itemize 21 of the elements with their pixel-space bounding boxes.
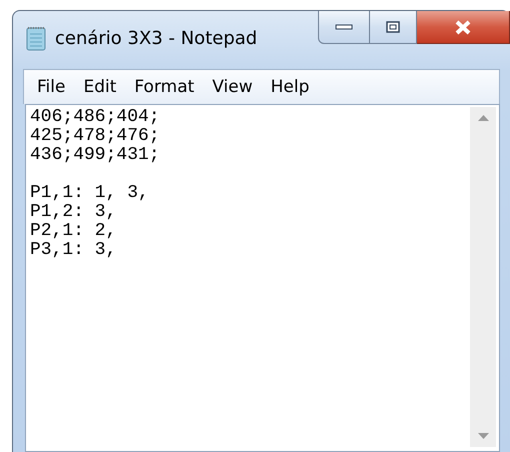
window-title: cenário 3X3 - Notepad bbox=[55, 28, 258, 48]
maximize-icon bbox=[386, 21, 400, 33]
minimize-icon bbox=[335, 24, 353, 30]
menu-item[interactable]: Help bbox=[262, 75, 318, 99]
menu-item[interactable]: File bbox=[28, 75, 74, 99]
maximize-button[interactable] bbox=[370, 11, 417, 44]
close-icon bbox=[454, 20, 472, 34]
text-line: P2,1: 2, bbox=[30, 222, 118, 241]
text-line: 406;486;404; bbox=[30, 108, 161, 127]
text-line: 436;499;431; bbox=[30, 146, 161, 165]
notepad-icon bbox=[25, 25, 47, 51]
text-line: 425;478;476; bbox=[30, 127, 161, 146]
menu-item[interactable]: Edit bbox=[74, 75, 126, 99]
text-line: P3,1: 3, bbox=[30, 241, 118, 260]
text-area[interactable]: 406;486;404; 425;478;476; 436;499;431; P1,1: 1, 3, P1,2: 3, P2,1: 2, P3,1: 3, bbox=[25, 104, 500, 452]
menu-item[interactable]: View bbox=[203, 75, 262, 99]
text-line: P1,1: 1, 3, bbox=[30, 184, 150, 203]
text-line: P1,2: 3, bbox=[30, 203, 118, 222]
menu-item[interactable]: Format bbox=[125, 75, 204, 99]
close-button[interactable] bbox=[417, 11, 510, 44]
minimize-button[interactable] bbox=[318, 11, 370, 44]
